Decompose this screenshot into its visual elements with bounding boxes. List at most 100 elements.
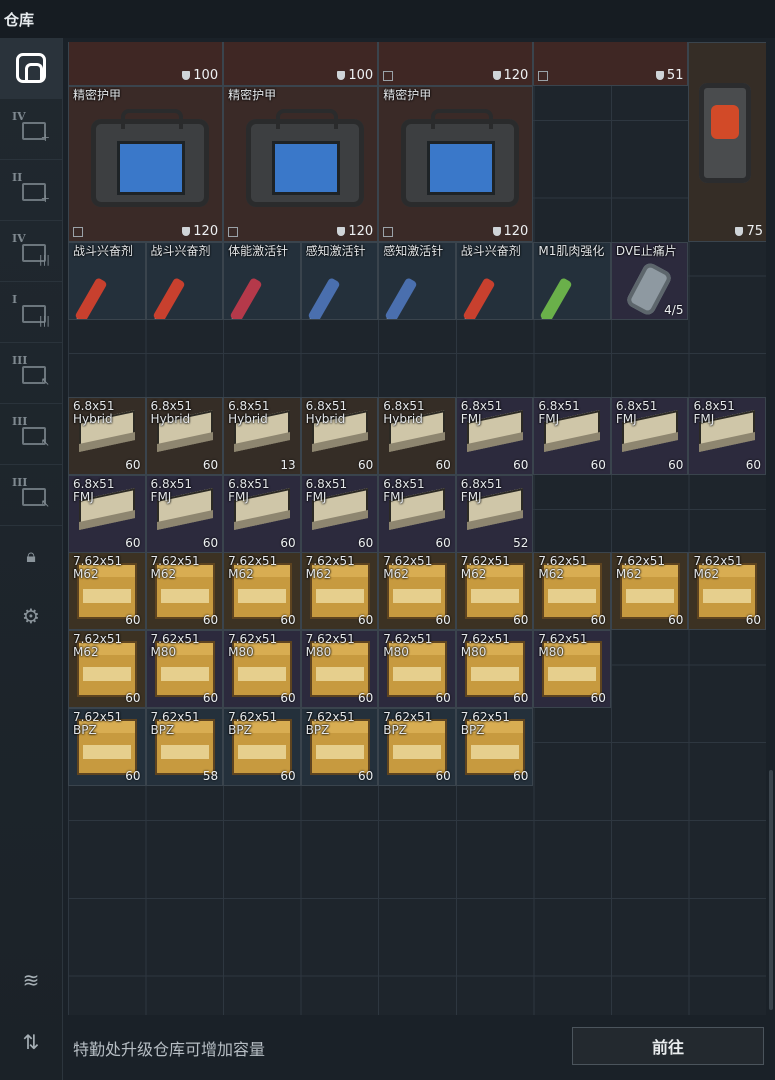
- bag-screen: [427, 141, 496, 195]
- item-count: 60: [513, 691, 529, 705]
- ammo-item[interactable]: 7.62x51 BPZ 60: [455, 708, 534, 786]
- ammo-item[interactable]: 7.62x51 M62 60: [378, 552, 456, 630]
- sidebar-settings-button[interactable]: ⚙: [0, 586, 62, 646]
- medical-item[interactable]: 战斗兴奋剂: [68, 242, 146, 320]
- ammo-item[interactable]: 7.62x51 M80 60: [378, 630, 456, 708]
- ammo-item[interactable]: 6.8x51 FMJ 60: [610, 397, 689, 475]
- ammo-item[interactable]: 6.8x51 FMJ 60: [455, 397, 534, 475]
- item-count: 60: [435, 613, 451, 627]
- medical-item[interactable]: M1肌肉强化: [533, 242, 611, 320]
- armor-bag-item[interactable]: 精密护甲 120: [68, 86, 224, 242]
- ammo-item[interactable]: 7.62x51 M80 60: [145, 630, 224, 708]
- item-name: 7.62x51 M62: [228, 554, 278, 581]
- ammo-item[interactable]: 7.62x51 M62 60: [455, 552, 534, 630]
- armor-item-partial[interactable]: 100: [68, 42, 224, 86]
- ammo-item[interactable]: 7.62x51 M80 60: [223, 630, 301, 708]
- equipment-case-item[interactable]: 75: [688, 42, 766, 242]
- ammo-item[interactable]: 7.62x51 M62 60: [145, 552, 224, 630]
- crate-label: [470, 745, 519, 759]
- sidebar-lock-button[interactable]: 🔒︎: [0, 526, 62, 586]
- medical-item[interactable]: 感知激活针: [378, 242, 456, 320]
- injector-icon: [458, 277, 496, 319]
- medical-item[interactable]: 战斗兴奋剂: [455, 242, 534, 320]
- sidebar-home-button[interactable]: [0, 38, 62, 99]
- add-container-icon: IV +: [12, 110, 50, 144]
- ammo-item[interactable]: 7.62x51 M62 60: [68, 630, 146, 708]
- ammo-item[interactable]: 7.62x51 M80 60: [300, 630, 379, 708]
- item-count: 60: [357, 769, 374, 783]
- ammo-item[interactable]: 6.8x51 FMJ 60: [68, 475, 146, 553]
- durability-label: 51: [656, 68, 684, 83]
- ammo-item[interactable]: 6.8x51 Hybrid 60: [300, 397, 379, 475]
- item-count: 60: [435, 536, 451, 550]
- ammo-item[interactable]: 7.62x51 M62 60: [300, 552, 379, 630]
- item-name: 6.8x51 Hybrid: [228, 399, 270, 426]
- item-count: 60: [668, 458, 684, 472]
- injector-tip: [536, 318, 548, 319]
- item-name: 7.62x51 M62: [305, 554, 355, 581]
- ammo-item[interactable]: 7.62x51 M80 60: [455, 630, 534, 708]
- sidebar-layers-button[interactable]: ≋: [0, 950, 62, 1010]
- armor-bag-item[interactable]: 精密护甲 120: [223, 86, 379, 242]
- ammo-item[interactable]: 6.8x51 Hybrid 60: [68, 397, 146, 475]
- sidebar-transfer-button[interactable]: ⇅: [0, 1012, 62, 1072]
- item-name: 7.62x51 BPZ: [383, 710, 433, 737]
- ammo-item[interactable]: 6.8x51 FMJ 60: [223, 475, 301, 553]
- pointer-folder-icon: III ↖: [12, 476, 50, 510]
- scrollbar[interactable]: [769, 770, 773, 1010]
- armor-bag-item[interactable]: 精密护甲 120: [378, 86, 534, 242]
- ammo-item[interactable]: 6.8x51 FMJ 60: [378, 475, 456, 553]
- item-name: 6.8x51 FMJ: [150, 477, 193, 504]
- item-count: 60: [280, 769, 296, 783]
- sidebar-folder-i-button[interactable]: I |||: [0, 282, 62, 343]
- ammo-item[interactable]: 7.62x51 M62 60: [68, 552, 146, 630]
- ammo-item[interactable]: 6.8x51 FMJ 52: [455, 475, 534, 553]
- item-count: 60: [513, 458, 529, 472]
- ammo-item[interactable]: 7.62x51 M62 60: [533, 552, 611, 630]
- ammo-item[interactable]: 6.8x51 Hybrid 60: [145, 397, 224, 475]
- item-name: 精密护甲: [73, 88, 122, 102]
- item-count: 60: [590, 458, 606, 472]
- ammo-item[interactable]: 7.62x51 M62 60: [688, 552, 766, 630]
- injector-tip: [381, 318, 393, 319]
- ammo-item[interactable]: 7.62x51 M62 60: [610, 552, 689, 630]
- ammo-item[interactable]: 6.8x51 FMJ 60: [145, 475, 224, 553]
- sidebar-tier-iii-b-button[interactable]: III ↖: [0, 404, 62, 465]
- ammo-item[interactable]: 7.62x51 BPZ 60: [300, 708, 379, 786]
- ammo-item[interactable]: 6.8x51 FMJ 60: [300, 475, 379, 553]
- injector-tip: [303, 318, 315, 319]
- sidebar-upgrade-ii-button[interactable]: II +: [0, 160, 62, 221]
- ammo-item[interactable]: 6.8x51 FMJ 60: [533, 397, 611, 475]
- medical-item[interactable]: 感知激活针: [300, 242, 379, 320]
- medical-item[interactable]: DVE止痛片 4/5: [610, 242, 689, 320]
- item-count: 60: [280, 536, 296, 550]
- sidebar-tier-iii-c-button[interactable]: III ↖: [0, 465, 62, 526]
- sidebar-folder-iv-button[interactable]: IV |||: [0, 221, 62, 282]
- add-container-icon: II +: [12, 171, 50, 205]
- ammo-item[interactable]: 6.8x51 Hybrid 13: [223, 397, 301, 475]
- ammo-item[interactable]: 7.62x51 BPZ 58: [145, 708, 224, 786]
- capacity-hint: 特勤处升级仓库可增加容量: [73, 1040, 266, 1059]
- medical-item[interactable]: 战斗兴奋剂: [145, 242, 224, 320]
- medical-item[interactable]: 体能激活针: [223, 242, 301, 320]
- ammo-item[interactable]: 6.8x51 FMJ 60: [688, 397, 766, 475]
- crate-label: [83, 589, 131, 603]
- armor-item-partial[interactable]: 100: [223, 42, 379, 86]
- inventory-grid[interactable]: 100 100 120 51 精密护甲 120 精密护甲 120 精密护甲 120 75 战斗兴奋剂 战…: [68, 42, 766, 1015]
- durability-label: 100: [337, 68, 373, 83]
- sidebar-tier-iii-a-button[interactable]: III ↖: [0, 343, 62, 404]
- crate-label: [315, 589, 364, 603]
- ammo-item[interactable]: 7.62x51 BPZ 60: [68, 708, 146, 786]
- sidebar-upgrade-iv-button[interactable]: IV +: [0, 99, 62, 160]
- ammo-item[interactable]: 7.62x51 BPZ 60: [378, 708, 456, 786]
- armor-item-partial[interactable]: 120: [378, 42, 534, 86]
- ammo-item[interactable]: 7.62x51 M62 60: [223, 552, 301, 630]
- ammo-item[interactable]: 7.62x51 M80 60: [533, 630, 611, 708]
- goto-button[interactable]: 前往: [572, 1027, 764, 1065]
- ammo-item[interactable]: 7.62x51 BPZ 60: [223, 708, 301, 786]
- injector-icon: [303, 277, 341, 319]
- armor-item-partial[interactable]: 51: [533, 42, 689, 86]
- ammo-item[interactable]: 6.8x51 Hybrid 60: [378, 397, 456, 475]
- item-count: 60: [357, 536, 374, 550]
- item-name: 7.62x51 M80: [150, 632, 200, 659]
